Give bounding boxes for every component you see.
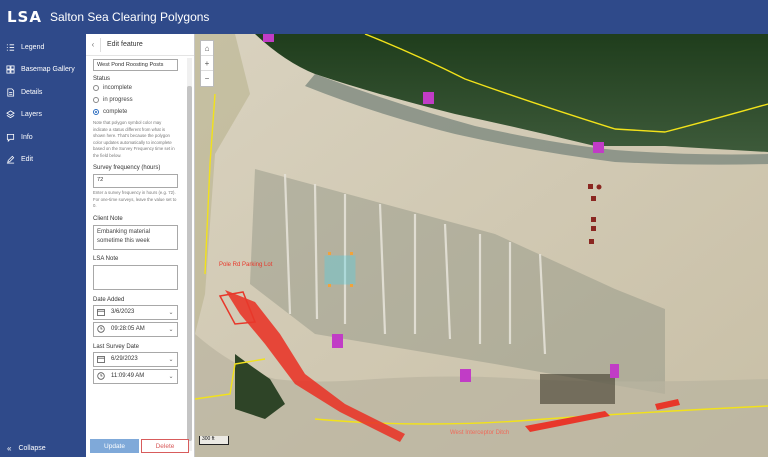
delete-button[interactable]: Delete bbox=[141, 439, 189, 453]
map-view[interactable]: Pole Rd Parking Lot West Interceptor Dit… bbox=[195, 34, 768, 457]
chevron-down-icon: ⌄ bbox=[168, 373, 174, 380]
double-chevron-left-icon: « bbox=[7, 444, 12, 453]
sidebar-item-legend[interactable]: Legend bbox=[0, 36, 86, 59]
legend-icon bbox=[6, 44, 15, 51]
selection-handle[interactable] bbox=[328, 252, 331, 255]
app-header: LSA Salton Sea Clearing Polygons bbox=[0, 0, 768, 34]
panel-header: ‹ Edit feature bbox=[86, 34, 194, 56]
selected-feature[interactable] bbox=[324, 255, 356, 285]
radio-label: complete bbox=[103, 109, 128, 115]
radio-label: incomplete bbox=[103, 85, 133, 91]
parking-lot-label: Pole Rd Parking Lot bbox=[219, 262, 273, 268]
chevron-down-icon: ⌄ bbox=[168, 326, 174, 333]
panel-scrollbar[interactable] bbox=[187, 58, 192, 451]
layers-icon bbox=[6, 110, 15, 119]
update-button[interactable]: Update bbox=[90, 439, 139, 453]
header-divider bbox=[100, 37, 101, 52]
panel-title: Edit feature bbox=[107, 41, 143, 48]
clock-icon bbox=[94, 325, 108, 333]
edit-icon bbox=[6, 156, 15, 164]
app-title: Salton Sea Clearing Polygons bbox=[49, 10, 210, 24]
home-icon[interactable]: ⌂ bbox=[201, 41, 213, 56]
survey-frequency-label: Survey frequency (hours) bbox=[93, 165, 161, 171]
sidebar-item-label: Details bbox=[21, 88, 43, 96]
sidebar-item-label: Layers bbox=[21, 111, 43, 119]
selection-handle[interactable] bbox=[350, 284, 353, 287]
interceptor-ditch-label: West Interceptor Ditch bbox=[450, 430, 510, 436]
status-help-note: Note that polygon symbol color may indic… bbox=[93, 120, 175, 158]
status-radio-in-progress[interactable]: in progress bbox=[93, 94, 186, 106]
radio-circle bbox=[93, 97, 99, 103]
time-value: 09:28:05 AM bbox=[111, 326, 145, 332]
chevron-down-icon: ⌄ bbox=[168, 309, 174, 316]
sidebar-item-label: Basemap Gallery bbox=[21, 66, 75, 74]
basemap-icon bbox=[6, 65, 15, 74]
map-scale-bar: 300 ft bbox=[199, 436, 229, 445]
survey-frequency-input[interactable]: 72 bbox=[93, 174, 178, 188]
radio-label: in progress bbox=[103, 97, 133, 103]
survey-frequency-help-note: Enter a survey frequency in hours (e.g. … bbox=[93, 190, 177, 208]
chevron-down-icon: ⌄ bbox=[168, 356, 174, 363]
date-added-date-picker[interactable]: 3/6/2023 ⌄ bbox=[93, 304, 178, 320]
zoom-out-button[interactable]: − bbox=[201, 71, 213, 86]
last-survey-time-picker[interactable]: 11:09:49 AM ⌄ bbox=[93, 368, 178, 384]
date-added-label: Date Added bbox=[93, 296, 125, 303]
selection-handle[interactable] bbox=[328, 284, 331, 287]
status-radio-incomplete[interactable]: incomplete bbox=[93, 82, 186, 94]
field-dark bbox=[540, 374, 615, 404]
panel-form: West Pond Roosting Posts Status incomple… bbox=[86, 56, 186, 432]
last-survey-date-picker[interactable]: 6/29/2023 ⌄ bbox=[93, 351, 178, 367]
scrollbar-thumb[interactable] bbox=[187, 86, 192, 441]
edit-feature-panel: ‹ Edit feature West Pond Roosting Posts … bbox=[86, 34, 195, 457]
info-icon bbox=[6, 133, 15, 142]
sidebar-item-basemap-gallery[interactable]: Basemap Gallery bbox=[0, 59, 86, 82]
zoom-in-button[interactable]: + bbox=[201, 56, 213, 71]
clock-icon bbox=[94, 372, 108, 380]
back-chevron-icon[interactable]: ‹ bbox=[86, 40, 100, 49]
sidebar: Legend Basemap Gallery Details Layers In… bbox=[0, 34, 86, 457]
satellite-map[interactable] bbox=[195, 34, 768, 457]
sidebar-item-layers[interactable]: Layers bbox=[0, 104, 86, 127]
details-icon bbox=[7, 88, 15, 97]
client-note-textarea[interactable]: Embanking material sometime this week bbox=[93, 224, 178, 250]
date-added-time-picker[interactable]: 09:28:05 AM ⌄ bbox=[93, 321, 178, 337]
collapse-label: Collapse bbox=[18, 445, 46, 452]
sidebar-item-label: Info bbox=[21, 133, 33, 141]
sidebar-item-label: Edit bbox=[21, 156, 34, 164]
date-value: 3/6/2023 bbox=[111, 309, 135, 315]
radio-circle-selected bbox=[93, 109, 99, 115]
calendar-icon bbox=[94, 355, 108, 363]
sidebar-item-details[interactable]: Details bbox=[0, 81, 86, 104]
radio-circle bbox=[93, 85, 99, 91]
calendar-icon bbox=[94, 308, 108, 316]
lsa-note-textarea[interactable] bbox=[93, 264, 178, 290]
lsa-note-label: LSA Note bbox=[93, 255, 119, 262]
client-note-label: Client Note bbox=[93, 215, 123, 222]
collapse-button[interactable]: « Collapse bbox=[0, 444, 86, 453]
status-radio-complete[interactable]: complete bbox=[93, 106, 186, 118]
feature-name-field[interactable]: West Pond Roosting Posts bbox=[93, 59, 178, 71]
sidebar-item-info[interactable]: Info bbox=[0, 126, 86, 149]
time-value: 11:09:49 AM bbox=[111, 373, 145, 379]
lsa-logo: LSA bbox=[7, 8, 42, 26]
sidebar-item-label: Legend bbox=[21, 43, 45, 51]
map-zoom-controls: ⌂ + − bbox=[200, 40, 214, 87]
last-survey-date-label: Last Survey Date bbox=[93, 343, 140, 350]
sidebar-item-edit[interactable]: Edit bbox=[0, 149, 86, 172]
selection-handle[interactable] bbox=[350, 252, 353, 255]
date-value: 6/29/2023 bbox=[111, 356, 138, 362]
panel-footer: Update Delete bbox=[90, 439, 190, 455]
